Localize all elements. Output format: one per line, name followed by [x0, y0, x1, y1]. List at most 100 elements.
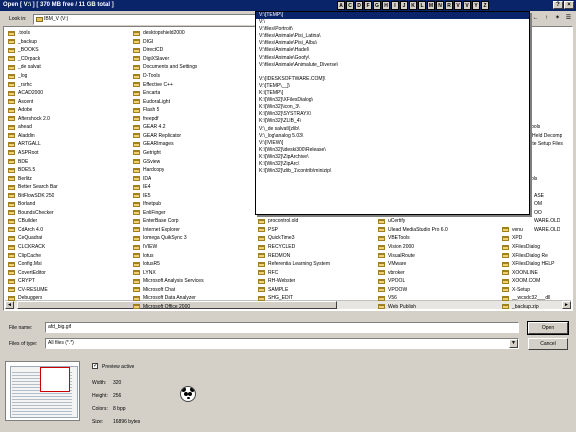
- file-name-input[interactable]: afd_big.gif: [45, 322, 519, 333]
- folder-item[interactable]: BDE: [7, 157, 28, 166]
- file-item[interactable]: _backup.zip: [501, 303, 539, 310]
- folder-item[interactable]: _rsrhc: [7, 80, 32, 89]
- folder-item[interactable]: lotusR5: [132, 260, 160, 269]
- folder-item[interactable]: V56: [377, 294, 397, 303]
- folder-item[interactable]: Config.Msi: [7, 260, 42, 269]
- folder-item[interactable]: GEARImages: [132, 140, 174, 149]
- dropdown-option[interactable]: V:\: [256, 19, 529, 26]
- file-item[interactable]: XOONLINE: [501, 268, 538, 277]
- folder-item[interactable]: Microsoft Chat: [132, 286, 175, 295]
- dropdown-option[interactable]: [256, 69, 529, 76]
- dropdown-option[interactable]: V:\files\Animale\Goofy\: [256, 55, 529, 62]
- folder-item[interactable]: GEAR Replicator: [132, 132, 181, 141]
- folder-item[interactable]: RH-Webster: [257, 277, 295, 286]
- folder-item[interactable]: Web Publish: [377, 303, 416, 310]
- folder-item[interactable]: EnliFinger: [132, 209, 166, 218]
- drive-button[interactable]: L: [418, 1, 426, 10]
- folder-item[interactable]: freepdf: [132, 115, 159, 124]
- folder-item[interactable]: ASE: [534, 191, 544, 200]
- folder-item[interactable]: ASPRoot: [7, 149, 39, 158]
- folder-item[interactable]: VPOOL: [377, 277, 405, 286]
- folder-item[interactable]: procontrol.old: [257, 217, 298, 226]
- folder-item[interactable]: Ifnetpub: [132, 200, 161, 209]
- drive-button[interactable]: V: [463, 1, 471, 10]
- chevron-down-icon[interactable]: ▼: [509, 339, 518, 348]
- drive-button[interactable]: J: [400, 1, 408, 10]
- new-folder-icon[interactable]: ✶: [553, 14, 562, 23]
- drive-button[interactable]: Z: [481, 1, 489, 10]
- folder-item[interactable]: VPOOW: [377, 286, 407, 295]
- folder-item[interactable]: OM: [534, 200, 542, 209]
- folder-item[interactable]: D-Tools: [132, 72, 160, 81]
- preview-active-checkbox[interactable]: ✓: [92, 363, 98, 369]
- folder-item[interactable]: Ascent: [7, 97, 33, 106]
- drive-button[interactable]: D: [355, 1, 363, 10]
- folder-item[interactable]: _log: [7, 72, 27, 81]
- dropdown-option[interactable]: K:\[Win32]\ZipArc\: [256, 161, 529, 168]
- folder-item[interactable]: EnterBase Corp: [132, 217, 179, 226]
- folder-item[interactable]: CLCKRACK: [7, 243, 45, 252]
- folder-item[interactable]: WARE.OLD: [534, 217, 560, 226]
- dropdown-option[interactable]: K:\[TEMP\]: [256, 90, 529, 97]
- folder-item[interactable]: Microsoft Data Analyzer: [132, 294, 196, 303]
- folder-item[interactable]: EudoraLight: [132, 97, 170, 106]
- drive-button[interactable]: R: [445, 1, 453, 10]
- folder-item[interactable]: Referentia Learning System: [257, 260, 330, 269]
- dropdown-option[interactable]: V:\files\Animale\Hadel\: [256, 47, 529, 54]
- file-item[interactable]: venu: [501, 226, 523, 235]
- file-type-select[interactable]: All files (*.*) ▼: [45, 338, 519, 349]
- folder-item[interactable]: IDA: [132, 174, 151, 183]
- dropdown-option[interactable]: K:\[Win32]\ZipArchive\: [256, 154, 529, 161]
- drive-button[interactable]: V: [454, 1, 462, 10]
- drive-button[interactable]: F: [364, 1, 372, 10]
- folder-item[interactable]: PSP: [257, 226, 278, 235]
- back-icon[interactable]: ←: [531, 14, 540, 23]
- dropdown-option[interactable]: V:\[IDESKSOFTWARE.COM]\: [256, 76, 529, 83]
- folder-item[interactable]: BDE5.5: [7, 166, 35, 175]
- folder-item[interactable]: lotus: [132, 251, 154, 260]
- folder-item[interactable]: Debuggers: [7, 294, 42, 303]
- folder-item[interactable]: CRYPT: [7, 277, 35, 286]
- folder-item[interactable]: _de salvat: [7, 63, 41, 72]
- dropdown-option[interactable]: K:\[Win32]\ideski300\Release\: [256, 147, 529, 154]
- folder-item[interactable]: VMware: [377, 260, 406, 269]
- dropdown-option[interactable]: V:\files\Animale\Pisi_Albu\: [256, 40, 529, 47]
- drive-button[interactable]: C: [346, 1, 354, 10]
- dropdown-option[interactable]: K:\[Win32]\zlib_1\contrib\minizip\: [256, 168, 529, 175]
- folder-item[interactable]: GSview: [132, 157, 160, 166]
- folder-item[interactable]: BoundsChecker: [7, 209, 54, 218]
- drive-button[interactable]: Y: [472, 1, 480, 10]
- file-item[interactable]: XPD: [501, 234, 522, 243]
- dropdown-option[interactable]: V:\_log\analog 5.03\: [256, 133, 529, 140]
- folder-item[interactable]: Flash 5: [132, 106, 159, 115]
- folder-item[interactable]: IE4: [132, 183, 151, 192]
- folder-item[interactable]: _BOOKS: [7, 46, 39, 55]
- folder-item[interactable]: .tools: [7, 29, 30, 38]
- folder-item[interactable]: Iomega QuikSync 3: [132, 234, 187, 243]
- folder-item[interactable]: RECYCLED: [257, 243, 295, 252]
- folder-item[interactable]: uCertify: [377, 217, 405, 226]
- folder-item[interactable]: Documents and Settings: [132, 63, 197, 72]
- folder-item[interactable]: Adobe: [7, 106, 32, 115]
- folder-item[interactable]: Better Search Bar: [7, 183, 58, 192]
- folder-item[interactable]: ACAD2000: [7, 89, 43, 98]
- folder-item[interactable]: Ulead MediaStudio Pro 6.0: [377, 226, 448, 235]
- folder-item[interactable]: IVIEW: [132, 243, 157, 252]
- dropdown-option[interactable]: V:\files\Portroit\: [256, 26, 529, 33]
- help-button[interactable]: ?: [553, 1, 563, 9]
- folder-item[interactable]: VBETools: [377, 234, 410, 243]
- dropdown-option[interactable]: K:\[Win32]\SYSTRAYX\: [256, 111, 529, 118]
- folder-item[interactable]: BitFlowSDK 250: [7, 191, 54, 200]
- scroll-right-icon[interactable]: ►: [562, 301, 571, 309]
- folder-item[interactable]: Getright: [132, 149, 161, 158]
- folder-item[interactable]: _backup: [7, 38, 37, 47]
- drive-button[interactable]: I: [391, 1, 399, 10]
- folder-item[interactable]: desktopshield2000: [132, 29, 185, 38]
- file-item[interactable]: __wcsdc32___dll: [501, 294, 550, 303]
- folder-item[interactable]: CBuilder: [7, 217, 37, 226]
- dropdown-option[interactable]: V:\[TEMP\__]\: [256, 83, 529, 90]
- view-menu-icon[interactable]: ☰: [564, 14, 573, 23]
- folder-item[interactable]: Borland: [7, 200, 35, 209]
- cancel-button[interactable]: Cancel: [528, 338, 568, 350]
- folder-item[interactable]: LYNX: [132, 268, 156, 277]
